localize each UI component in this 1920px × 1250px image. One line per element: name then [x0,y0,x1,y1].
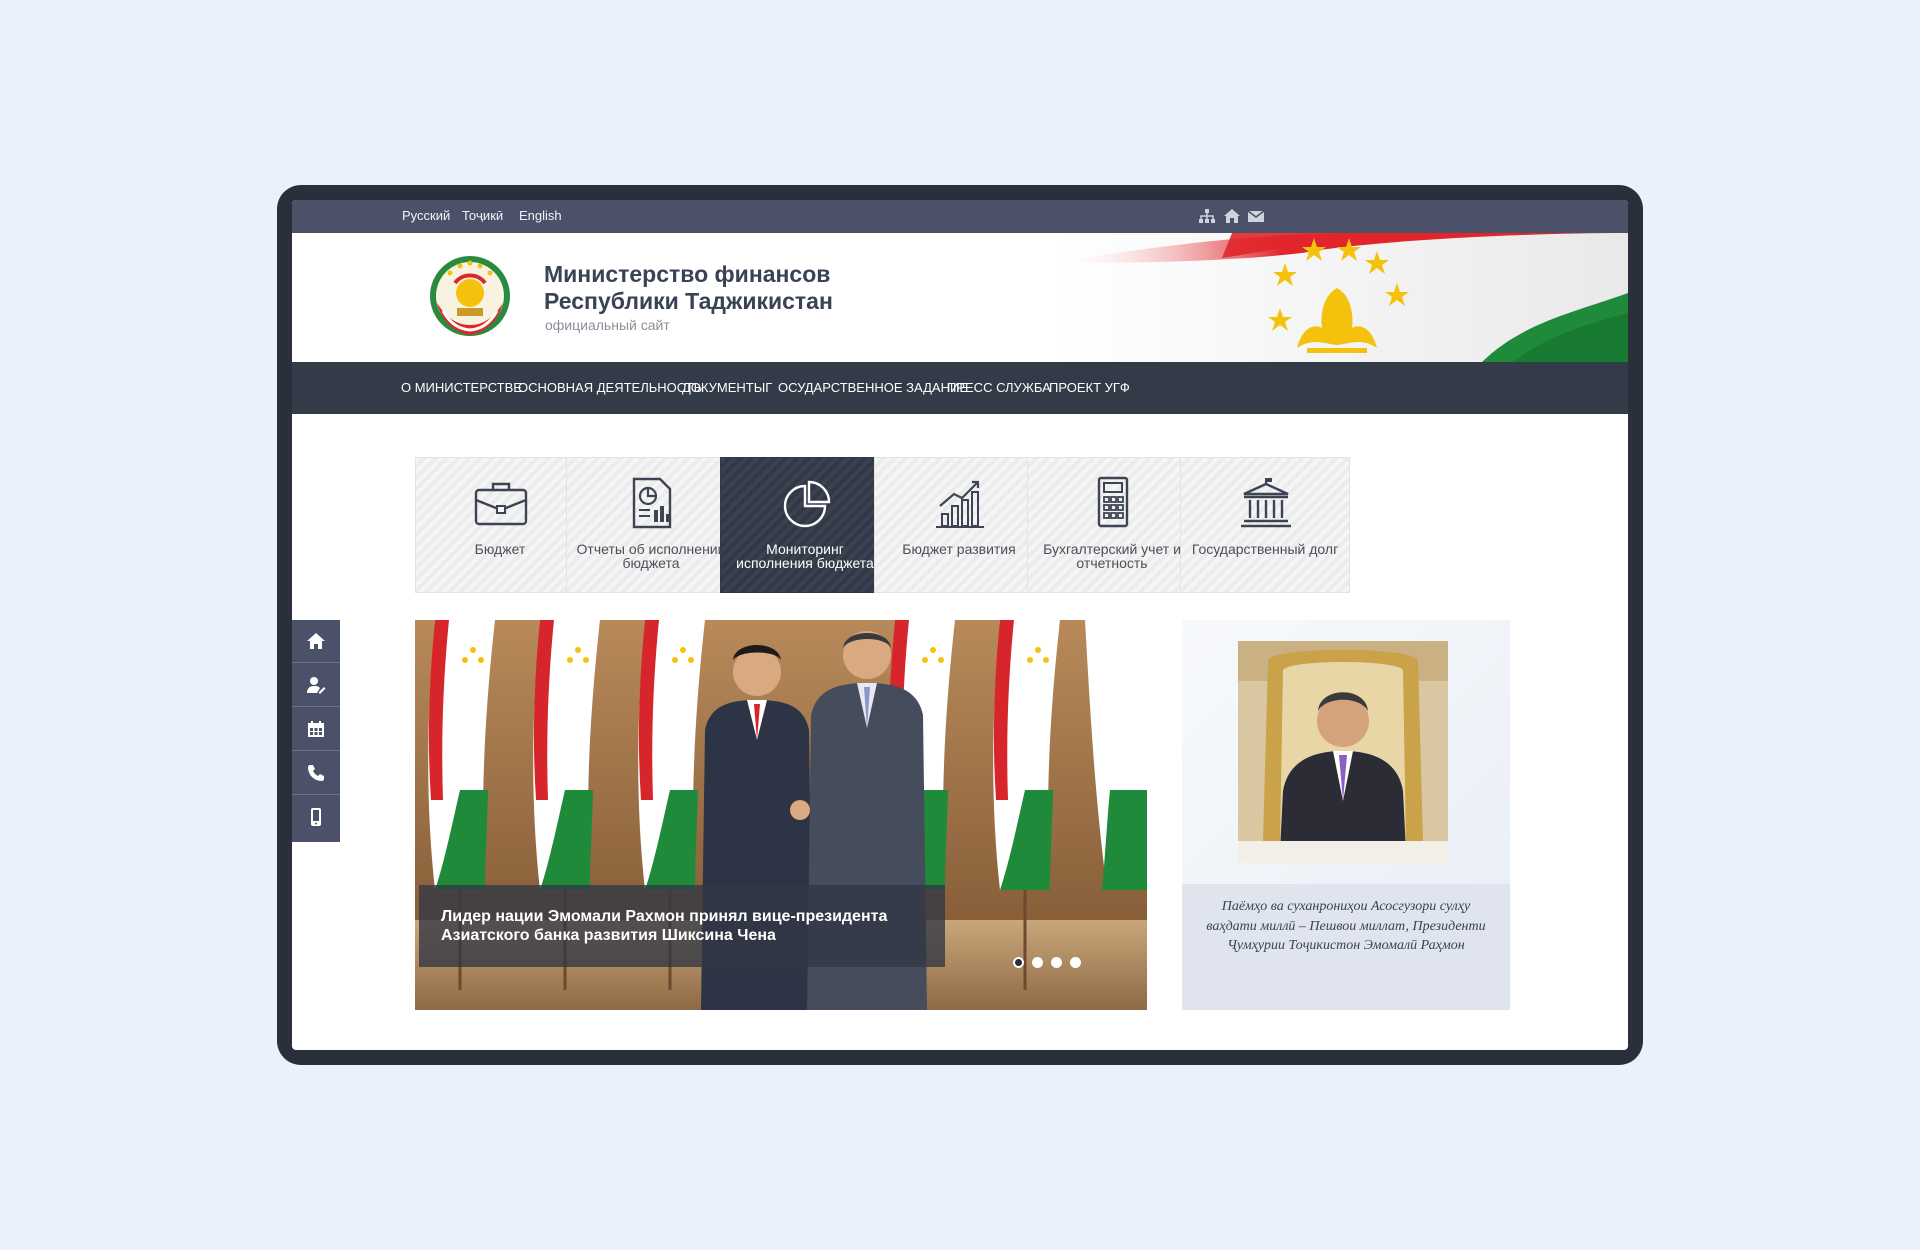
tile-label: Бюджет развития [902,541,1016,557]
nav-ugf-project[interactable]: ПРОЕКТ УГФ [1049,380,1130,395]
president-portrait [1238,641,1448,863]
tile-budget-reports[interactable]: Отчеты об исполнении бюджета [566,457,736,593]
tile-development-budget[interactable]: Бюджет развития [874,457,1044,593]
tile-label: Бухгалтерский учет и отчетность [1043,541,1181,571]
sidebar-calendar-button[interactable] [292,708,340,751]
sidebar-reception-button[interactable] [292,664,340,707]
calendar-icon [308,721,324,737]
slider-dot-3[interactable] [1051,957,1062,968]
nav-main-activity[interactable]: ОСНОВНАЯ ДЕЯТЕЛЬНОСТЬ [518,380,702,395]
news-slider[interactable]: Лидер нации Эмомали Рахмон принял вице-п… [415,620,1147,1010]
bar-growth-icon [936,480,984,528]
nav-about-ministry[interactable]: О МИНИСТЕРСТВЕ [401,380,522,395]
tile-accounting[interactable]: Бухгалтерский учет и отчетность [1027,457,1197,593]
title-line-2: Республики Таджикистан [544,288,833,314]
report-icon [632,477,672,529]
portrait-photo [1238,641,1448,863]
device-frame: Русский Тоҷикӣ English Министерство фина… [277,185,1643,1065]
nav-state-assignment[interactable]: ОСУДАРСТВЕННОЕ ЗАДАНИЕ [778,380,968,395]
tile-label: Мониторинг исполнения бюджета [736,541,874,571]
home-icon [307,633,325,649]
news-caption[interactable]: Лидер нации Эмомали Рахмон принял вице-п… [419,885,945,967]
sidebar-home-button[interactable] [292,620,340,663]
quote-panel: Паёмҳо ва суханрониҳои Асосгузори сулҳу … [1182,884,1510,1010]
quote-text: Паёмҳо ва суханрониҳои Асосгузори сулҳу … [1206,899,1486,953]
title-line-1: Министерство финансов [544,261,831,287]
flag-banner-image [1052,233,1628,362]
user-edit-icon [307,677,326,694]
tile-label: Государственный долг [1191,541,1339,557]
mobile-icon [311,808,321,826]
tile-budget-monitoring[interactable]: Мониторинг исполнения бюджета [720,457,890,593]
president-speeches-box[interactable]: Паёмҳо ва суханрониҳои Асосгузори сулҳу … [1182,620,1510,1010]
nav-press-service[interactable]: ПРЕСС СЛУЖБА [947,380,1051,395]
nav-documents[interactable]: ДОКУМЕНТЫГ [682,380,772,395]
bank-icon [1241,478,1291,528]
phone-icon [308,765,324,781]
home-icon[interactable] [1223,208,1241,224]
quick-access-sidebar [292,620,340,842]
state-emblem-logo [430,256,510,336]
tile-budget[interactable]: Бюджет [415,457,585,593]
slider-dot-4[interactable] [1070,957,1081,968]
lang-tajik[interactable]: Тоҷикӣ [462,208,503,223]
mail-icon[interactable] [1247,208,1265,224]
sitemap-icon[interactable] [1198,208,1216,224]
tile-label: Отчеты об исполнении бюджета [576,541,726,571]
site-title: Министерство финансов Республики Таджики… [544,261,964,315]
website-screen: Русский Тоҷикӣ English Министерство фина… [292,200,1628,1050]
sidebar-mobile-button[interactable] [292,796,340,839]
tile-state-debt[interactable]: Государственный долг [1180,457,1350,593]
tile-label: Бюджет [474,541,526,557]
lang-english[interactable]: English [519,208,562,223]
slider-dot-1[interactable] [1013,957,1024,968]
news-caption-text: Лидер нации Эмомали Рахмон принял вице-п… [441,908,888,944]
calculator-icon [1097,476,1129,528]
pie-chart-icon [783,480,831,528]
top-bar: Русский Тоҷикӣ English [292,200,1628,233]
slider-dot-2[interactable] [1032,957,1043,968]
briefcase-icon [474,482,528,526]
lang-russian[interactable]: Русский [402,208,450,223]
sidebar-phone-button[interactable] [292,752,340,795]
site-header: Министерство финансов Республики Таджики… [292,233,1628,362]
site-subtitle: официальный сайт [545,317,670,333]
main-nav: О МИНИСТЕРСТВЕ ОСНОВНАЯ ДЕЯТЕЛЬНОСТЬ ДОК… [292,362,1628,414]
